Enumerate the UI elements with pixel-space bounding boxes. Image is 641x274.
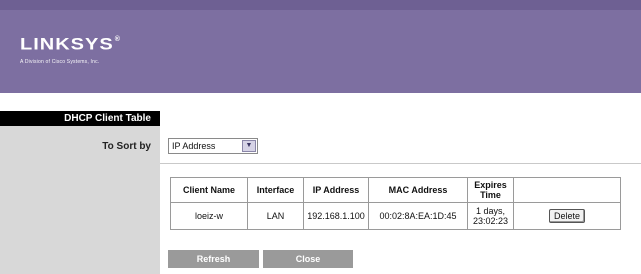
column-header-client-name: Client Name	[170, 177, 248, 203]
delete-button[interactable]: Delete	[548, 209, 585, 223]
close-button[interactable]: Close	[263, 250, 353, 268]
brand-tagline: A Division of Cisco Systems, Inc.	[20, 59, 100, 65]
dhcp-client-window: LINKSYS® A Division of Cisco Systems, In…	[0, 0, 641, 274]
cell-expires-time: 1 days, 23:02:23	[467, 202, 514, 230]
dhcp-client-table: Client Name Interface IP Address MAC Add…	[170, 177, 621, 230]
cell-client-name: loeiz-w	[170, 202, 248, 230]
column-header-ip-address: IP Address	[303, 177, 369, 203]
cell-mac-address: 00:02:8A:EA:1D:45	[368, 202, 468, 230]
table-row: loeiz-w LAN 192.168.1.100 00:02:8A:EA:1D…	[170, 202, 621, 230]
cell-interface: LAN	[247, 202, 304, 230]
table-header-row: Client Name Interface IP Address MAC Add…	[170, 177, 621, 203]
cell-action: Delete	[513, 202, 621, 230]
column-header-expires-time: Expires Time	[467, 177, 514, 203]
header-top-strip	[0, 0, 641, 10]
brand-logo: LINKSYS® A Division of Cisco Systems, In…	[20, 36, 121, 65]
column-header-action	[513, 177, 621, 203]
sort-by-value: IP Address	[172, 141, 216, 151]
spacer-band-right	[160, 93, 641, 111]
sidebar: DHCP Client Table To Sort by	[0, 111, 160, 274]
column-header-mac-address: MAC Address	[368, 177, 468, 203]
sort-by-select[interactable]: IP Address ▼	[168, 138, 258, 154]
section-title: DHCP Client Table	[0, 111, 160, 126]
sort-by-label: To Sort by	[102, 141, 151, 152]
chevron-down-icon[interactable]: ▼	[242, 140, 256, 152]
header-bar: LINKSYS® A Division of Cisco Systems, In…	[0, 0, 641, 93]
content-divider	[160, 163, 641, 164]
column-header-interface: Interface	[247, 177, 304, 203]
registered-mark: ®	[114, 36, 121, 43]
refresh-button[interactable]: Refresh	[168, 250, 259, 268]
cell-ip-address: 192.168.1.100	[303, 202, 369, 230]
brand-wordmark: LINKSYS	[20, 35, 114, 54]
